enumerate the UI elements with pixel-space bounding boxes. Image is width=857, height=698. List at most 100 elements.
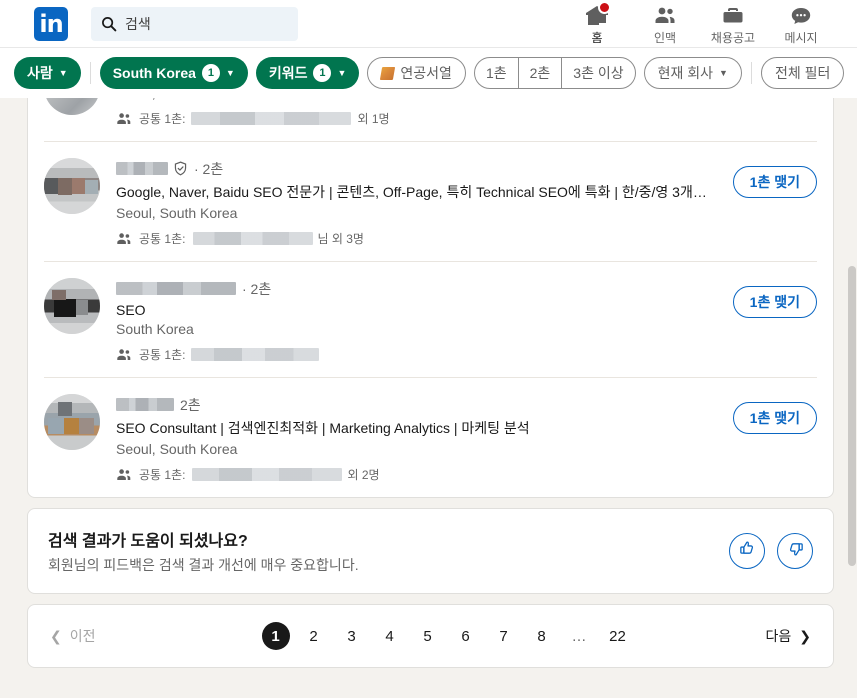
connect-button[interactable]: 1촌 맺기 (732, 402, 817, 434)
avatar[interactable] (44, 98, 100, 115)
connect-button[interactable]: 1촌 맺기 (732, 286, 817, 318)
result-location: Seoul, South Korea (116, 441, 238, 457)
people-icon (116, 111, 132, 127)
avatar-pixel (58, 178, 72, 195)
result-headline: SEO (116, 302, 146, 318)
nav-item-network[interactable]: 인맥 (631, 1, 699, 46)
avatar-pixel (48, 418, 64, 434)
briefcase-icon (721, 4, 745, 28)
result-mutual-connections: 공통 1촌: 외 1명 (116, 110, 817, 127)
pagination-prev-button[interactable]: ❮ 이전 (50, 626, 96, 646)
redacted-name (116, 398, 174, 411)
verified-shield-icon (173, 161, 188, 176)
pagination-page-3[interactable]: 3 (338, 622, 366, 650)
search-result-item[interactable]: Seoul, South Korea 공통 1촌: 외 (44, 98, 817, 142)
avatar[interactable] (44, 158, 100, 214)
avatar-pixel (76, 300, 88, 315)
scrollbar-thumb[interactable] (848, 266, 856, 566)
filter-degree-3plus[interactable]: 3촌 이상 (561, 58, 634, 88)
nav-item-jobs[interactable]: 채용공고 (699, 1, 767, 46)
pagination-ellipsis: … (571, 627, 588, 645)
mutual-suffix: 님 외 3명 (317, 232, 364, 246)
top-navigation-bar: in 검색 홈 인맥 채용공고 메시지 (0, 0, 857, 48)
result-body: · 2촌 Google, Naver, Baidu SEO 전문가 | 콘텐츠,… (116, 158, 817, 247)
search-result-item[interactable]: · 2촌 SEO South Korea 공통 1촌: 1촌 맺기 (44, 262, 817, 378)
chevron-left-icon: ❮ (50, 627, 62, 644)
filter-degree-2[interactable]: 2촌 (517, 58, 562, 88)
result-location: Seoul, South Korea (116, 98, 817, 101)
redacted-name (116, 282, 236, 295)
pagination-page-5[interactable]: 5 (414, 622, 442, 650)
filter-connection-degree-group: 1촌 2촌 3촌 이상 (473, 57, 636, 89)
connect-button-label: 1촌 맺기 (749, 174, 800, 190)
chevron-down-icon: ▼ (225, 67, 235, 78)
avatar-pixel (44, 178, 58, 194)
search-icon (101, 16, 117, 32)
pagination-page-1[interactable]: 1 (261, 622, 290, 650)
avatar-pixel (85, 180, 98, 194)
search-result-item[interactable]: · 2촌 Google, Naver, Baidu SEO 전문가 | 콘텐츠,… (44, 142, 817, 262)
chevron-down-icon: ▼ (719, 67, 728, 78)
search-result-item[interactable]: 2촌 SEO Consultant | 검색엔진최적화 | Marketing … (44, 378, 817, 497)
filter-people[interactable]: 사람 ▼ (14, 57, 81, 89)
connect-button-label: 1촌 맺기 (749, 294, 800, 310)
nav-label-home: 홈 (591, 31, 603, 45)
pagination-page-8[interactable]: 8 (528, 622, 556, 650)
thumbs-down-icon (786, 539, 805, 563)
pagination-numbers: 1 2 3 4 5 6 7 8 … 22 (261, 622, 632, 650)
filter-keyword[interactable]: 키워드 1 ▼ (255, 57, 360, 89)
connect-button[interactable]: 1촌 맺기 (732, 166, 817, 198)
filter-all-filters[interactable]: 전체 필터 (760, 57, 845, 89)
chevron-down-icon: ▼ (337, 67, 347, 78)
filter-divider-2 (750, 62, 752, 84)
mutual-suffix: 외 2명 (347, 468, 380, 482)
nav-items-group: 홈 인맥 채용공고 메시지 (563, 1, 835, 46)
avatar-pixel (52, 290, 66, 300)
result-body: 2촌 SEO Consultant | 검색엔진최적화 | Marketing … (116, 394, 817, 483)
connection-degree: 2촌 (180, 396, 201, 413)
filter-location[interactable]: South Korea 1 ▼ (99, 57, 248, 89)
filter-current-company[interactable]: 현재 회사 ▼ (643, 57, 742, 89)
filter-seniority-label: 연공서열 (400, 65, 452, 81)
avatar-pixel (64, 418, 79, 434)
pagination-next-button[interactable]: 다음 ❯ (766, 626, 812, 646)
filter-keyword-count: 1 (313, 64, 332, 82)
pagination-page-6[interactable]: 6 (452, 622, 480, 650)
pagination-page-4[interactable]: 4 (376, 622, 404, 650)
nav-item-messaging[interactable]: 메시지 (767, 1, 835, 46)
connection-degree: · 2촌 (194, 160, 224, 177)
result-mutual-connections: 공통 1촌: 외 2명 (116, 466, 817, 483)
avatar[interactable] (44, 394, 100, 450)
mutual-prefix: 공통 1촌: (139, 348, 186, 362)
avatar-pixel (54, 299, 76, 317)
people-icon (116, 467, 132, 483)
thumbs-down-button[interactable] (777, 533, 813, 569)
filter-people-label: 사람 (27, 65, 53, 81)
nav-item-home[interactable]: 홈 (563, 1, 631, 46)
avatar[interactable] (44, 278, 100, 334)
filter-degree-1[interactable]: 1촌 (475, 58, 518, 88)
feedback-subtitle: 회원님의 피드백은 검색 결과 개선에 매우 중요합니다. (48, 557, 359, 573)
search-input[interactable]: 검색 (91, 6, 298, 41)
result-mutual-connections: 공통 1촌: 님 외 3명 (116, 230, 817, 247)
pagination-page-22[interactable]: 22 (604, 622, 632, 650)
filter-seniority[interactable]: 연공서열 (367, 57, 466, 89)
filter-keyword-label: 키워드 (268, 65, 308, 81)
pagination-next-label: 다음 (765, 628, 792, 644)
mutual-suffix: 외 1명 (357, 112, 390, 126)
filter-all-filters-label: 전체 필터 (774, 65, 831, 81)
linkedin-logo[interactable]: in (34, 6, 68, 41)
pagination-page-7[interactable]: 7 (490, 622, 518, 650)
filter-divider-1 (89, 62, 91, 84)
pagination-page-2[interactable]: 2 (300, 622, 328, 650)
pagination-prev-label: 이전 (69, 628, 96, 644)
thumbs-up-button[interactable] (729, 533, 765, 569)
chevron-down-icon: ▼ (58, 67, 68, 78)
people-icon (116, 347, 132, 363)
mutual-prefix: 공통 1촌: (139, 112, 186, 126)
avatar-pixel (58, 402, 72, 416)
result-location: Seoul, South Korea (116, 205, 238, 221)
result-headline: Google, Naver, Baidu SEO 전문가 | 콘텐츠, Off-… (116, 184, 707, 200)
page-scrollbar[interactable] (846, 98, 857, 698)
mutual-prefix: 공통 1촌: (139, 468, 186, 482)
